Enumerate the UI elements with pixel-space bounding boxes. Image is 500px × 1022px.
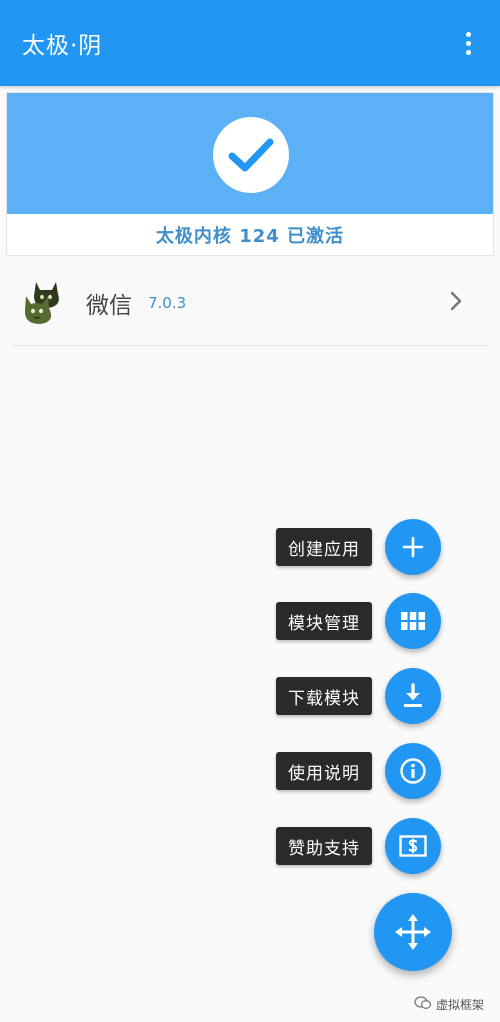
fab-label[interactable]: 赞助支持 [276,827,372,865]
app-title: 太极·阴 [22,33,103,59]
chevron-right-icon [448,290,464,312]
wechat-icon [414,996,432,1013]
app-version: 7.0.3 [148,294,187,312]
app-bar: 太极·阴 [0,0,500,86]
status-card[interactable]: 太极内核 124 已激活 [6,92,494,256]
sponsor-icon[interactable] [385,818,441,874]
menu-dot [465,40,471,46]
menu-dot [465,49,471,55]
plus-icon[interactable] [385,519,441,575]
check-icon [213,117,289,193]
watermark-text: 虚拟框架 [435,998,484,1012]
more-vert-icon[interactable] [456,23,480,63]
fab-label[interactable]: 模块管理 [276,602,372,640]
fab-label[interactable]: 下载模块 [276,677,372,715]
move-arrows-icon[interactable] [374,893,452,971]
status-banner [7,93,493,214]
watermark: 虚拟框架 [414,996,484,1013]
app-name: 微信 [86,293,132,319]
grid-icon[interactable] [385,593,441,649]
download-icon[interactable] [385,668,441,724]
fab-item-download-module[interactable]: 下载模块 [0,666,500,726]
menu-dot [465,31,471,37]
fab-item-instructions[interactable]: 使用说明 [0,741,500,801]
info-icon[interactable] [385,743,441,799]
fab-label[interactable]: 使用说明 [276,752,372,790]
app-icon [22,276,72,328]
fab-item-module-manage[interactable]: 模块管理 [0,591,500,651]
fab-label[interactable]: 创建应用 [276,528,372,566]
status-text: 太极内核 124 已激活 [155,226,345,247]
fab-item-sponsor[interactable]: 赞助支持 [0,816,500,876]
fab-item-create-app[interactable]: 创建应用 [0,517,500,577]
list-item-app[interactable]: 微信 7.0.3 [12,258,488,346]
